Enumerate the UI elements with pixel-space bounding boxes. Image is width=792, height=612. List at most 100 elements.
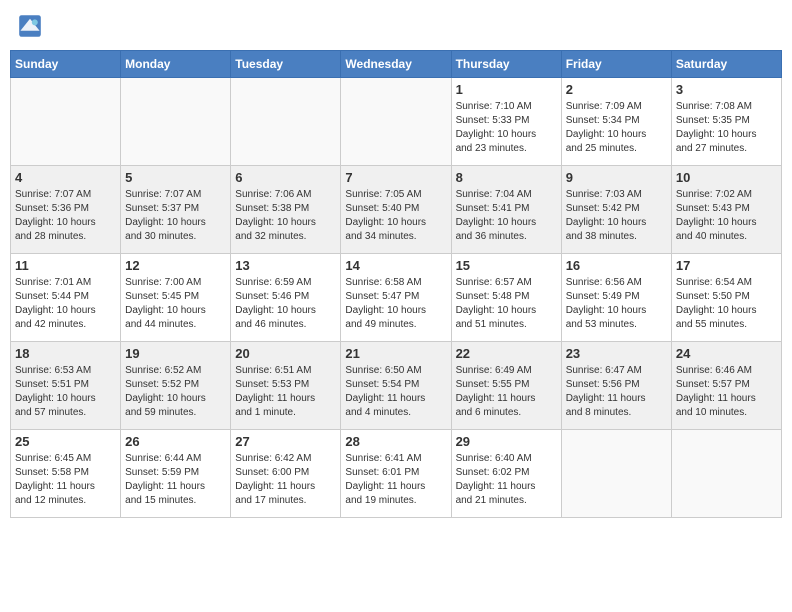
calendar-day-cell: 22 Sunrise: 6:49 AM Sunset: 5:55 PM Dayli… (451, 342, 561, 430)
calendar-week-row: 4 Sunrise: 7:07 AM Sunset: 5:36 PM Daylig… (11, 166, 782, 254)
calendar-day-cell: 9Sunrise: 7:03 AM Sunset: 5:42 PM Daylig… (561, 166, 671, 254)
day-number: 3 (676, 82, 777, 97)
calendar-day-cell: 4 Sunrise: 7:07 AM Sunset: 5:36 PM Daylig… (11, 166, 121, 254)
day-info: Sunrise: 7:07 AM Sunset: 5:36 PM Dayligh… (15, 188, 116, 244)
day-info: Sunrise: 7:10 AM Sunset: 5:33 PM Dayligh… (456, 100, 557, 156)
day-number: 2 (566, 82, 667, 97)
weekday-header-cell: Thursday (451, 51, 561, 78)
logo (18, 14, 46, 38)
day-number: 7 (345, 170, 446, 185)
day-number: 1 (456, 82, 557, 97)
day-info: Sunrise: 6:57 AM Sunset: 5:48 PM Dayligh… (456, 276, 557, 332)
day-info: Sunrise: 6:42 AM Sunset: 6:00 PM Dayligh… (235, 452, 336, 508)
weekday-header-cell: Sunday (11, 51, 121, 78)
day-number: 6 (235, 170, 336, 185)
day-info: Sunrise: 7:08 AM Sunset: 5:35 PM Dayligh… (676, 100, 777, 156)
calendar-day-cell: 11 Sunrise: 7:01 AM Sunset: 5:44 PM Dayli… (11, 254, 121, 342)
calendar-day-cell: 14 Sunrise: 6:58 AM Sunset: 5:47 PM Dayli… (341, 254, 451, 342)
day-number: 4 (15, 170, 116, 185)
calendar-week-row: 1 Sunrise: 7:10 AM Sunset: 5:33 PM Daylig… (11, 78, 782, 166)
calendar-day-cell: 21 Sunrise: 6:50 AM Sunset: 5:54 PM Dayli… (341, 342, 451, 430)
logo-icon (18, 14, 42, 38)
calendar-week-row: 11 Sunrise: 7:01 AM Sunset: 5:44 PM Dayli… (11, 254, 782, 342)
day-info: Sunrise: 7:05 AM Sunset: 5:40 PM Dayligh… (345, 188, 446, 244)
calendar-day-cell (341, 78, 451, 166)
day-number: 13 (235, 258, 336, 273)
calendar-day-cell: 5Sunrise: 7:07 AM Sunset: 5:37 PM Daylig… (121, 166, 231, 254)
weekday-header-cell: Monday (121, 51, 231, 78)
calendar-day-cell: 1 Sunrise: 7:10 AM Sunset: 5:33 PM Daylig… (451, 78, 561, 166)
calendar-day-cell: 20 Sunrise: 6:51 AM Sunset: 5:53 PM Dayli… (231, 342, 341, 430)
day-number: 17 (676, 258, 777, 273)
day-info: Sunrise: 6:59 AM Sunset: 5:46 PM Dayligh… (235, 276, 336, 332)
day-info: Sunrise: 6:50 AM Sunset: 5:54 PM Dayligh… (345, 364, 446, 420)
calendar-body: 1 Sunrise: 7:10 AM Sunset: 5:33 PM Daylig… (11, 78, 782, 518)
day-info: Sunrise: 7:09 AM Sunset: 5:34 PM Dayligh… (566, 100, 667, 156)
calendar-day-cell: 17 Sunrise: 6:54 AM Sunset: 5:50 PM Dayli… (671, 254, 781, 342)
day-info: Sunrise: 6:53 AM Sunset: 5:51 PM Dayligh… (15, 364, 116, 420)
weekday-header-row: SundayMondayTuesdayWednesdayThursdayFrid… (11, 51, 782, 78)
calendar-day-cell: 13 Sunrise: 6:59 AM Sunset: 5:46 PM Dayli… (231, 254, 341, 342)
day-info: Sunrise: 7:04 AM Sunset: 5:41 PM Dayligh… (456, 188, 557, 244)
day-info: Sunrise: 6:49 AM Sunset: 5:55 PM Dayligh… (456, 364, 557, 420)
day-info: Sunrise: 7:03 AM Sunset: 5:42 PM Dayligh… (566, 188, 667, 244)
calendar-day-cell: 16 Sunrise: 6:56 AM Sunset: 5:49 PM Dayli… (561, 254, 671, 342)
day-number: 24 (676, 346, 777, 361)
calendar-day-cell: 23Sunrise: 6:47 AM Sunset: 5:56 PM Dayli… (561, 342, 671, 430)
calendar-day-cell: 24 Sunrise: 6:46 AM Sunset: 5:57 PM Dayli… (671, 342, 781, 430)
calendar-day-cell (671, 430, 781, 518)
calendar-day-cell: 29 Sunrise: 6:40 AM Sunset: 6:02 PM Dayli… (451, 430, 561, 518)
calendar-day-cell: 28 Sunrise: 6:41 AM Sunset: 6:01 PM Dayli… (341, 430, 451, 518)
day-number: 25 (15, 434, 116, 449)
calendar-table: SundayMondayTuesdayWednesdayThursdayFrid… (10, 50, 782, 518)
day-number: 5 (125, 170, 226, 185)
day-number: 29 (456, 434, 557, 449)
day-number: 8 (456, 170, 557, 185)
day-number: 27 (235, 434, 336, 449)
calendar-day-cell: 7 Sunrise: 7:05 AM Sunset: 5:40 PM Daylig… (341, 166, 451, 254)
calendar-day-cell: 19 Sunrise: 6:52 AM Sunset: 5:52 PM Dayli… (121, 342, 231, 430)
calendar-day-cell: 18 Sunrise: 6:53 AM Sunset: 5:51 PM Dayli… (11, 342, 121, 430)
calendar-day-cell: 6Sunrise: 7:06 AM Sunset: 5:38 PM Daylig… (231, 166, 341, 254)
calendar-day-cell (561, 430, 671, 518)
calendar-week-row: 25Sunrise: 6:45 AM Sunset: 5:58 PM Dayli… (11, 430, 782, 518)
day-number: 20 (235, 346, 336, 361)
weekday-header-cell: Friday (561, 51, 671, 78)
day-info: Sunrise: 6:40 AM Sunset: 6:02 PM Dayligh… (456, 452, 557, 508)
calendar-week-row: 18 Sunrise: 6:53 AM Sunset: 5:51 PM Dayli… (11, 342, 782, 430)
day-number: 23 (566, 346, 667, 361)
day-number: 21 (345, 346, 446, 361)
day-info: Sunrise: 7:01 AM Sunset: 5:44 PM Dayligh… (15, 276, 116, 332)
day-number: 10 (676, 170, 777, 185)
day-info: Sunrise: 6:52 AM Sunset: 5:52 PM Dayligh… (125, 364, 226, 420)
calendar-day-cell: 15Sunrise: 6:57 AM Sunset: 5:48 PM Dayli… (451, 254, 561, 342)
calendar-day-cell: 10Sunrise: 7:02 AM Sunset: 5:43 PM Dayli… (671, 166, 781, 254)
calendar-day-cell: 25Sunrise: 6:45 AM Sunset: 5:58 PM Dayli… (11, 430, 121, 518)
day-number: 11 (15, 258, 116, 273)
day-info: Sunrise: 6:54 AM Sunset: 5:50 PM Dayligh… (676, 276, 777, 332)
weekday-header-cell: Tuesday (231, 51, 341, 78)
day-info: Sunrise: 6:58 AM Sunset: 5:47 PM Dayligh… (345, 276, 446, 332)
day-number: 12 (125, 258, 226, 273)
day-info: Sunrise: 6:56 AM Sunset: 5:49 PM Dayligh… (566, 276, 667, 332)
calendar-day-cell: 27 Sunrise: 6:42 AM Sunset: 6:00 PM Dayli… (231, 430, 341, 518)
weekday-header-cell: Saturday (671, 51, 781, 78)
calendar-day-cell (231, 78, 341, 166)
calendar-day-cell: 2 Sunrise: 7:09 AM Sunset: 5:34 PM Daylig… (561, 78, 671, 166)
day-number: 14 (345, 258, 446, 273)
day-number: 18 (15, 346, 116, 361)
day-number: 19 (125, 346, 226, 361)
day-info: Sunrise: 7:00 AM Sunset: 5:45 PM Dayligh… (125, 276, 226, 332)
day-info: Sunrise: 6:51 AM Sunset: 5:53 PM Dayligh… (235, 364, 336, 420)
day-number: 28 (345, 434, 446, 449)
calendar-day-cell: 12 Sunrise: 7:00 AM Sunset: 5:45 PM Dayli… (121, 254, 231, 342)
day-number: 16 (566, 258, 667, 273)
day-info: Sunrise: 6:41 AM Sunset: 6:01 PM Dayligh… (345, 452, 446, 508)
calendar-day-cell (121, 78, 231, 166)
day-number: 22 (456, 346, 557, 361)
day-number: 26 (125, 434, 226, 449)
day-info: Sunrise: 6:46 AM Sunset: 5:57 PM Dayligh… (676, 364, 777, 420)
calendar-day-cell: 8 Sunrise: 7:04 AM Sunset: 5:41 PM Daylig… (451, 166, 561, 254)
page-header (10, 10, 782, 42)
calendar-day-cell (11, 78, 121, 166)
